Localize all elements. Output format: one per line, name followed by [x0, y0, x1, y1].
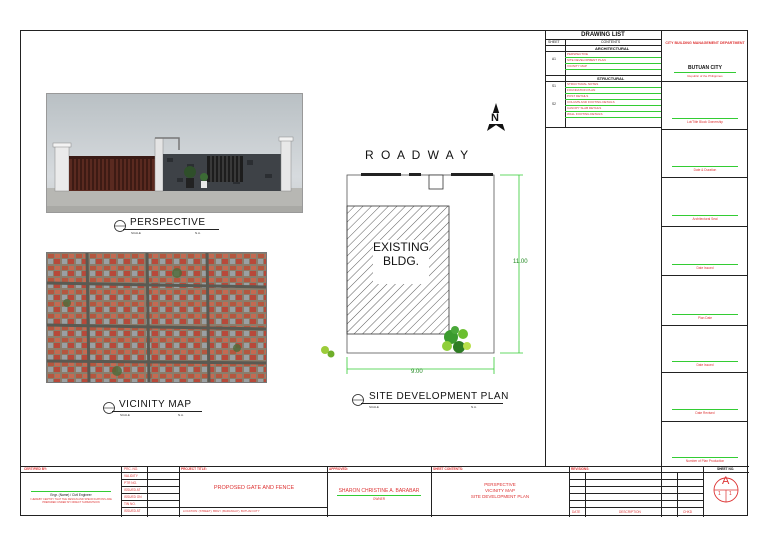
aerial-photo [47, 253, 266, 382]
site-plan-title: SITE DEVELOPMENT PLAN [369, 391, 509, 402]
perspective-title: PERSPECTIVE [130, 217, 206, 228]
drawing-list: DRAWING LIST SHEET CONTENTS ARCHITECTURA… [545, 31, 661, 131]
existing-bldg-line1: EXISTING [373, 240, 430, 254]
prc-fields: PRC. NO. VALIDITY PTR NO. ISSUED AT ISSU… [122, 466, 150, 517]
approved-name: SHARON CHRISTINE A. BARABAR [338, 488, 420, 494]
sheet-contents-2: VICINITY MAP [485, 488, 515, 493]
field-date-issued: Date Issued [696, 266, 714, 270]
project-title: PROPOSED GATE AND FENCE [213, 485, 295, 491]
field-date-duration: Date & Duration [693, 168, 717, 172]
title-block-bottom: CERTIFIED BY: Engr. (Name) / Civil Engin… [21, 466, 749, 517]
section-marker-icon [352, 394, 364, 406]
drawing-list-title: DRAWING LIST [581, 32, 625, 38]
col-sheet: SHEET [548, 40, 560, 44]
field-plan-production: Number of Plan Production [685, 459, 725, 463]
title-block-right: CITY BUILDING MANAGEMENT DEPARTMENT BUTU… [662, 31, 748, 466]
sheet-no-of: 1 [729, 491, 732, 497]
col-contents: CONTENTS [601, 40, 621, 44]
drawing-sheet: PERSPECTIVE SCALE N.A. VICINITY MAP SCAL… [20, 30, 749, 517]
section-marker-icon [103, 402, 115, 414]
approved-role: OWNER [372, 497, 386, 501]
field-date-issued-2: Date Issued [696, 363, 714, 367]
sheet-no-top: A [722, 475, 730, 487]
revision-col-chkd: CHKD [683, 510, 693, 514]
architectural-sheet: A1 [552, 57, 556, 61]
prc-label: VALIDITY [124, 474, 138, 478]
prc-label: TIN NO. [124, 502, 136, 506]
sheet-contents-3: SITE DEVELOPMENT PLAN [470, 494, 530, 499]
prc-label: ISSUED ON [124, 495, 142, 499]
site-plan-scale-label: SCALE [369, 405, 379, 409]
vicinity-title: VICINITY MAP [119, 399, 192, 410]
existing-building-label: EXISTING BLDG. [373, 240, 429, 284]
field-plan-date: Plan Date [698, 316, 712, 320]
perspective-caption: PERSPECTIVE SCALE N.A. [113, 217, 233, 237]
field-seal: Architectural Seal [692, 217, 718, 221]
north-arrow: N [485, 103, 507, 133]
revision-col-date: DATE [572, 510, 581, 514]
roadway-label: R O A D W A Y [365, 148, 471, 162]
project-title-label: PROJECT TITLE: [181, 467, 207, 471]
vicinity-scale-label: SCALE [120, 413, 130, 417]
north-label: N [491, 112, 499, 124]
city-name: BUTUAN CITY [688, 65, 722, 71]
perspective-render [46, 93, 303, 213]
prc-label: PTR NO. [124, 481, 137, 485]
field-ownership: Lot/Title Block Ownership [686, 120, 724, 124]
vicinity-map-aerial [46, 252, 267, 383]
existing-bldg-line2: BLDG. [382, 254, 419, 268]
prc-label: PRC. NO. [124, 467, 139, 471]
sheet-contents-label: SHEET CONTENTS: [433, 467, 464, 471]
site-plan-caption: SITE DEVELOPMENT PLAN SCALE N.A. [351, 391, 511, 411]
perspective-scale-value: N.A. [195, 231, 201, 235]
sheet-no-label: SHEET NO. [717, 467, 735, 471]
field-date-revised: Date Revised [695, 411, 715, 415]
sheet-no-bottom: 1 [718, 491, 721, 497]
office-name: CITY BUILDING MANAGEMENT DEPARTMENT [665, 41, 745, 45]
structural-sheet: S2 [552, 102, 556, 106]
vicinity-caption: VICINITY MAP SCALE N.A. [102, 399, 212, 419]
city-sub: Republic of the Philippines [687, 74, 723, 78]
revisions-label: REVISIONS: [571, 467, 590, 471]
prc-label: ISSUED AT [124, 509, 141, 513]
project-location: LOCATION: (STREET), BRGY. (BARANGAY), BU… [183, 509, 260, 513]
dimension-vertical: 11.00 [513, 259, 528, 265]
vicinity-scale-value: N.A. [178, 413, 184, 417]
site-plan-scale-value: N.A. [471, 405, 477, 409]
sheet-contents-1: PERSPECTIVE [484, 482, 516, 487]
gate-and-fence-render [47, 136, 302, 212]
revision-col-description: DESCRIPTION [619, 510, 641, 514]
structural-sheet: S1 [552, 84, 556, 88]
approved-label: APPROVED: [329, 467, 348, 471]
certified-label: CERTIFIED BY: [24, 467, 47, 471]
dimension-horizontal: 9.00 [411, 369, 423, 375]
perspective-scale-label: SCALE [131, 231, 141, 235]
certifier-name: Engr. (Name) / Civil Engineer [50, 493, 92, 497]
shrub [321, 346, 335, 358]
prc-label: ISSUED AT [124, 488, 141, 492]
certifier-note: I HEREBY CERTIFY THAT THE DESIGN AND SPE… [30, 498, 112, 505]
section-marker-icon [114, 220, 126, 232]
